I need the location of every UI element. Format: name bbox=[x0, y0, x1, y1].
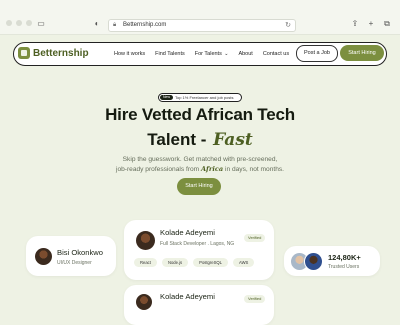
nav-link-for-talents[interactable]: For Talents ⌄ bbox=[195, 51, 229, 57]
browser-toolbar: ▭ ◐ 🔒︎ Betternship.com ↻ ⇪ + ⧉ bbox=[0, 0, 400, 35]
talent-card-bottom[interactable]: Kolade Adeyemi Verified bbox=[124, 285, 274, 325]
talent-card-main[interactable]: Kolade Adeyemi Full Stack Developer . La… bbox=[124, 220, 274, 280]
hero-title-text: Talent - bbox=[147, 130, 207, 149]
announcement-text: Top 1% Freelancer and job posts bbox=[175, 95, 234, 100]
talent-role: Full Stack Developer . Lagos, NG bbox=[160, 241, 235, 247]
window-controls[interactable] bbox=[6, 20, 32, 26]
main-navbar: Betternship How it works Find Talents Fo… bbox=[13, 42, 387, 66]
sidebar-toggle-icon[interactable]: ▭ bbox=[36, 19, 46, 29]
trusted-users-count: 124,80K+ bbox=[328, 253, 361, 262]
nav-links: How it works Find Talents For Talents ⌄ … bbox=[114, 43, 299, 64]
new-tab-icon[interactable]: + bbox=[366, 19, 376, 29]
verified-badge: Verified bbox=[244, 295, 266, 303]
subtitle-accent: Africa bbox=[201, 164, 224, 173]
avatar bbox=[304, 252, 323, 271]
nav-link-for-talents-label: For Talents bbox=[194, 50, 222, 57]
subtitle-part1: Skip the guesswork. Get matched with pre… bbox=[122, 156, 278, 163]
url-text: Betternship.com bbox=[123, 22, 167, 28]
talent-card-small[interactable]: Bisi Okonkwo UI/UX Designer bbox=[26, 236, 116, 276]
hero-title-line2: Talent - Fast bbox=[0, 130, 400, 150]
nav-link-about[interactable]: About bbox=[238, 51, 252, 57]
avatar bbox=[136, 231, 155, 250]
hero-subtitle: Skip the guesswork. Get matched with pre… bbox=[80, 155, 320, 174]
nav-link-find-talents[interactable]: Find Talents bbox=[155, 51, 185, 57]
skill-tag: Node.js bbox=[161, 258, 189, 267]
skill-tag: React bbox=[134, 258, 157, 267]
lock-icon: 🔒︎ bbox=[113, 22, 117, 28]
subtitle-part3: in days, not months. bbox=[224, 165, 284, 173]
nav-link-contact[interactable]: Contact us bbox=[263, 51, 289, 57]
talent-name: Bisi Okonkwo bbox=[57, 248, 104, 257]
post-job-button[interactable]: Post a Job bbox=[296, 45, 338, 62]
avatar bbox=[35, 248, 52, 265]
share-icon[interactable]: ⇪ bbox=[350, 19, 360, 29]
logo-icon bbox=[18, 47, 30, 59]
skill-tag: AWS bbox=[232, 258, 255, 267]
new-tag: New bbox=[160, 95, 174, 100]
skill-tags: React Node.js PostgreSQL AWS bbox=[134, 258, 255, 267]
tabs-overview-icon[interactable]: ⧉ bbox=[382, 19, 392, 29]
subtitle-part2: job-ready professionals from bbox=[115, 165, 200, 173]
talent-name: Kolade Adeyemi bbox=[160, 228, 215, 237]
verified-badge: Verified bbox=[244, 234, 266, 242]
hero-title-accent: Fast bbox=[213, 130, 253, 150]
brand-name: Betternship bbox=[33, 47, 89, 59]
start-hiring-nav-button[interactable]: Start Hiring bbox=[340, 45, 384, 61]
skill-tag: PostgreSQL bbox=[193, 258, 228, 267]
trusted-users-label: Trusted Users bbox=[328, 264, 360, 270]
hero-title-line1: Hire Vetted African Tech bbox=[105, 105, 295, 124]
avatar bbox=[136, 294, 152, 310]
announcement-badge[interactable]: New Top 1% Freelancer and job posts bbox=[158, 93, 242, 102]
shield-icon[interactable]: ◐ bbox=[92, 19, 102, 29]
address-bar[interactable]: 🔒︎ Betternship.com ↻ bbox=[108, 19, 296, 32]
brand-logo[interactable]: Betternship bbox=[18, 47, 89, 59]
user-avatars bbox=[290, 252, 324, 271]
chevron-down-icon: ⌄ bbox=[222, 50, 229, 57]
nav-link-how-it-works[interactable]: How it works bbox=[114, 51, 145, 57]
reload-icon[interactable]: ↻ bbox=[285, 20, 291, 31]
talent-role: UI/UX Designer bbox=[57, 260, 92, 266]
start-hiring-hero-button[interactable]: Start Hiring bbox=[177, 178, 221, 195]
